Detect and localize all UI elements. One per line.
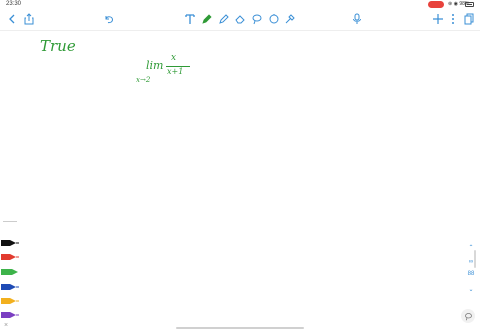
toolbar xyxy=(0,10,480,31)
note-canvas[interactable]: True lim x→2 x x+1 xyxy=(0,31,480,334)
chevron-left-icon[interactable] xyxy=(5,12,19,26)
recording-indicator xyxy=(428,1,444,8)
scroll-up-icon[interactable]: ⌃ xyxy=(464,242,478,252)
handwriting-lim: lim xyxy=(146,59,164,72)
battery-icon xyxy=(465,2,474,7)
page-indicator[interactable]: 88 xyxy=(464,269,478,279)
pen-icon[interactable] xyxy=(200,12,214,26)
pen-blue[interactable] xyxy=(1,278,19,290)
share-icon[interactable] xyxy=(22,12,36,26)
pen-palette xyxy=(0,218,20,318)
highlighter-icon[interactable] xyxy=(217,12,231,26)
pen-yellow[interactable] xyxy=(1,292,19,304)
scroll-down-icon[interactable]: ⌄ xyxy=(464,284,478,294)
undo-icon[interactable] xyxy=(102,12,116,26)
status-bar: 23:30 ⊛ ◉ 98% xyxy=(0,0,480,10)
pen-purple[interactable] xyxy=(1,306,19,318)
lasso-icon[interactable] xyxy=(250,12,264,26)
home-indicator xyxy=(176,327,304,329)
shapes-icon[interactable] xyxy=(267,12,281,26)
lasso-float-button[interactable] xyxy=(461,309,475,323)
handwriting-numerator: x xyxy=(171,53,177,63)
palette-handle[interactable] xyxy=(3,221,17,222)
pen-red[interactable] xyxy=(1,248,19,260)
zoom-icon[interactable]: ∞ xyxy=(464,257,478,267)
status-time: 23:30 xyxy=(6,1,22,7)
add-icon[interactable] xyxy=(431,12,445,26)
handwriting-denominator: x+1 xyxy=(167,67,184,76)
more-icon[interactable] xyxy=(446,12,460,26)
right-tools: ⌃ ∞ 88 ⌄ xyxy=(464,242,478,294)
text-tool-icon[interactable] xyxy=(183,12,197,26)
pen-black[interactable] xyxy=(1,234,19,246)
handwriting-limit-subscript: x→2 xyxy=(136,76,151,84)
pages-icon[interactable] xyxy=(462,12,476,26)
close-mark[interactable]: × xyxy=(4,322,8,329)
microphone-icon[interactable] xyxy=(350,12,364,26)
eraser-icon[interactable] xyxy=(233,12,247,26)
magic-icon[interactable] xyxy=(283,12,297,26)
handwriting-true: True xyxy=(40,37,76,55)
pen-green[interactable] xyxy=(1,263,19,275)
